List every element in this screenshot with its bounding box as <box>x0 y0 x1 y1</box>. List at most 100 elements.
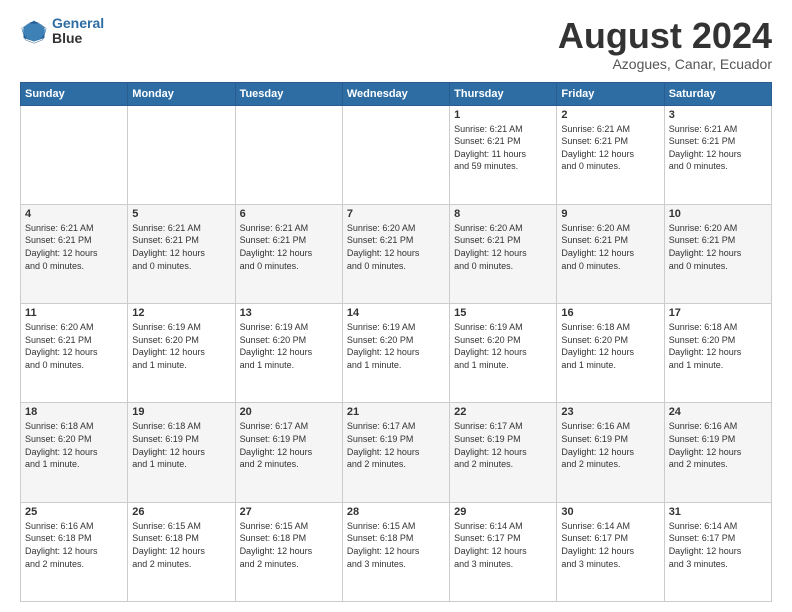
day-number: 9 <box>561 208 659 220</box>
day-number: 19 <box>132 406 230 418</box>
calendar-cell: 30Sunrise: 6:14 AM Sunset: 6:17 PM Dayli… <box>557 502 664 601</box>
calendar-cell: 17 Sunrise: 6:18 AM Sunset: 6:20 PM Dayli… <box>664 304 771 403</box>
day-info: Sunrise: 6:20 AM Sunset: 6:21 PM Dayligh… <box>454 222 552 272</box>
calendar-week-1: 4 Sunrise: 6:21 AM Sunset: 6:21 PM Daylig… <box>21 204 772 303</box>
day-info: Sunrise: 6:21 AM Sunset: 6:21 PM Dayligh… <box>561 123 659 173</box>
calendar-cell: 24 Sunrise: 6:16 AM Sunset: 6:19 PM Dayli… <box>664 403 771 502</box>
day-number: 22 <box>454 406 552 418</box>
day-number: 27 <box>240 506 338 518</box>
calendar-header-saturday: Saturday <box>664 82 771 105</box>
calendar-cell <box>235 105 342 204</box>
day-info: Sunrise: 6:21 AM Sunset: 6:21 PM Dayligh… <box>240 222 338 272</box>
title-block: August 2024 Azogues, Canar, Ecuador <box>558 16 772 72</box>
calendar-cell: 5 Sunrise: 6:21 AM Sunset: 6:21 PM Daylig… <box>128 204 235 303</box>
calendar-cell: 20Sunrise: 6:17 AM Sunset: 6:19 PM Dayli… <box>235 403 342 502</box>
calendar-cell: 6Sunrise: 6:21 AM Sunset: 6:21 PM Daylig… <box>235 204 342 303</box>
day-number: 4 <box>25 208 123 220</box>
day-info: Sunrise: 6:14 AM Sunset: 6:17 PM Dayligh… <box>669 520 767 570</box>
calendar-header-tuesday: Tuesday <box>235 82 342 105</box>
logo: General Blue <box>20 16 104 47</box>
calendar-cell <box>342 105 449 204</box>
day-number: 28 <box>347 506 445 518</box>
calendar-cell: 9 Sunrise: 6:20 AM Sunset: 6:21 PM Daylig… <box>557 204 664 303</box>
calendar-header-friday: Friday <box>557 82 664 105</box>
calendar-header-row: SundayMondayTuesdayWednesdayThursdayFrid… <box>21 82 772 105</box>
logo-line2: Blue <box>52 31 104 46</box>
day-info: Sunrise: 6:14 AM Sunset: 6:17 PM Dayligh… <box>561 520 659 570</box>
day-number: 13 <box>240 307 338 319</box>
day-number: 24 <box>669 406 767 418</box>
calendar-header-monday: Monday <box>128 82 235 105</box>
calendar-header-sunday: Sunday <box>21 82 128 105</box>
day-info: Sunrise: 6:19 AM Sunset: 6:20 PM Dayligh… <box>240 321 338 371</box>
day-number: 16 <box>561 307 659 319</box>
day-info: Sunrise: 6:21 AM Sunset: 6:21 PM Dayligh… <box>25 222 123 272</box>
calendar-cell: 27Sunrise: 6:15 AM Sunset: 6:18 PM Dayli… <box>235 502 342 601</box>
subtitle: Azogues, Canar, Ecuador <box>558 56 772 72</box>
day-number: 5 <box>132 208 230 220</box>
day-info: Sunrise: 6:21 AM Sunset: 6:21 PM Dayligh… <box>454 123 552 173</box>
day-info: Sunrise: 6:16 AM Sunset: 6:19 PM Dayligh… <box>669 420 767 470</box>
calendar-week-3: 18Sunrise: 6:18 AM Sunset: 6:20 PM Dayli… <box>21 403 772 502</box>
day-info: Sunrise: 6:19 AM Sunset: 6:20 PM Dayligh… <box>132 321 230 371</box>
day-info: Sunrise: 6:20 AM Sunset: 6:21 PM Dayligh… <box>347 222 445 272</box>
calendar-cell: 28 Sunrise: 6:15 AM Sunset: 6:18 PM Dayli… <box>342 502 449 601</box>
calendar-cell: 29 Sunrise: 6:14 AM Sunset: 6:17 PM Dayli… <box>450 502 557 601</box>
calendar-cell: 11Sunrise: 6:20 AM Sunset: 6:21 PM Dayli… <box>21 304 128 403</box>
calendar-cell: 8 Sunrise: 6:20 AM Sunset: 6:21 PM Daylig… <box>450 204 557 303</box>
day-number: 2 <box>561 109 659 121</box>
day-info: Sunrise: 6:19 AM Sunset: 6:20 PM Dayligh… <box>347 321 445 371</box>
day-info: Sunrise: 6:19 AM Sunset: 6:20 PM Dayligh… <box>454 321 552 371</box>
day-number: 26 <box>132 506 230 518</box>
day-info: Sunrise: 6:16 AM Sunset: 6:18 PM Dayligh… <box>25 520 123 570</box>
calendar-cell: 13 Sunrise: 6:19 AM Sunset: 6:20 PM Dayli… <box>235 304 342 403</box>
day-info: Sunrise: 6:15 AM Sunset: 6:18 PM Dayligh… <box>347 520 445 570</box>
day-info: Sunrise: 6:17 AM Sunset: 6:19 PM Dayligh… <box>240 420 338 470</box>
day-info: Sunrise: 6:17 AM Sunset: 6:19 PM Dayligh… <box>454 420 552 470</box>
day-info: Sunrise: 6:14 AM Sunset: 6:17 PM Dayligh… <box>454 520 552 570</box>
day-number: 10 <box>669 208 767 220</box>
logo-text: General Blue <box>52 16 104 47</box>
main-title: August 2024 <box>558 16 772 56</box>
calendar-header-wednesday: Wednesday <box>342 82 449 105</box>
logo-icon <box>20 17 48 45</box>
day-number: 29 <box>454 506 552 518</box>
day-info: Sunrise: 6:20 AM Sunset: 6:21 PM Dayligh… <box>669 222 767 272</box>
calendar-cell: 12 Sunrise: 6:19 AM Sunset: 6:20 PM Dayli… <box>128 304 235 403</box>
day-number: 12 <box>132 307 230 319</box>
calendar-cell: 2 Sunrise: 6:21 AM Sunset: 6:21 PM Daylig… <box>557 105 664 204</box>
calendar-cell: 4 Sunrise: 6:21 AM Sunset: 6:21 PM Daylig… <box>21 204 128 303</box>
day-number: 17 <box>669 307 767 319</box>
calendar-cell: 18Sunrise: 6:18 AM Sunset: 6:20 PM Dayli… <box>21 403 128 502</box>
day-info: Sunrise: 6:20 AM Sunset: 6:21 PM Dayligh… <box>25 321 123 371</box>
day-info: Sunrise: 6:18 AM Sunset: 6:20 PM Dayligh… <box>669 321 767 371</box>
calendar-cell: 10 Sunrise: 6:20 AM Sunset: 6:21 PM Dayli… <box>664 204 771 303</box>
page: General Blue August 2024 Azogues, Canar,… <box>0 0 792 612</box>
calendar-cell: 22 Sunrise: 6:17 AM Sunset: 6:19 PM Dayli… <box>450 403 557 502</box>
calendar-cell: 3 Sunrise: 6:21 AM Sunset: 6:21 PM Daylig… <box>664 105 771 204</box>
calendar-cell <box>21 105 128 204</box>
calendar-cell: 23Sunrise: 6:16 AM Sunset: 6:19 PM Dayli… <box>557 403 664 502</box>
calendar-cell: 19Sunrise: 6:18 AM Sunset: 6:19 PM Dayli… <box>128 403 235 502</box>
calendar-week-4: 25Sunrise: 6:16 AM Sunset: 6:18 PM Dayli… <box>21 502 772 601</box>
day-info: Sunrise: 6:16 AM Sunset: 6:19 PM Dayligh… <box>561 420 659 470</box>
logo-line1: General <box>52 15 104 31</box>
calendar-cell: 16Sunrise: 6:18 AM Sunset: 6:20 PM Dayli… <box>557 304 664 403</box>
day-number: 31 <box>669 506 767 518</box>
day-info: Sunrise: 6:15 AM Sunset: 6:18 PM Dayligh… <box>132 520 230 570</box>
calendar-cell: 21Sunrise: 6:17 AM Sunset: 6:19 PM Dayli… <box>342 403 449 502</box>
header: General Blue August 2024 Azogues, Canar,… <box>20 16 772 72</box>
day-number: 14 <box>347 307 445 319</box>
day-info: Sunrise: 6:20 AM Sunset: 6:21 PM Dayligh… <box>561 222 659 272</box>
day-number: 8 <box>454 208 552 220</box>
day-info: Sunrise: 6:21 AM Sunset: 6:21 PM Dayligh… <box>669 123 767 173</box>
calendar-cell: 26 Sunrise: 6:15 AM Sunset: 6:18 PM Dayli… <box>128 502 235 601</box>
day-info: Sunrise: 6:21 AM Sunset: 6:21 PM Dayligh… <box>132 222 230 272</box>
day-number: 7 <box>347 208 445 220</box>
day-number: 21 <box>347 406 445 418</box>
day-number: 3 <box>669 109 767 121</box>
calendar-cell: 31 Sunrise: 6:14 AM Sunset: 6:17 PM Dayli… <box>664 502 771 601</box>
calendar-week-2: 11Sunrise: 6:20 AM Sunset: 6:21 PM Dayli… <box>21 304 772 403</box>
calendar-week-0: 1Sunrise: 6:21 AM Sunset: 6:21 PM Daylig… <box>21 105 772 204</box>
calendar-cell: 1Sunrise: 6:21 AM Sunset: 6:21 PM Daylig… <box>450 105 557 204</box>
